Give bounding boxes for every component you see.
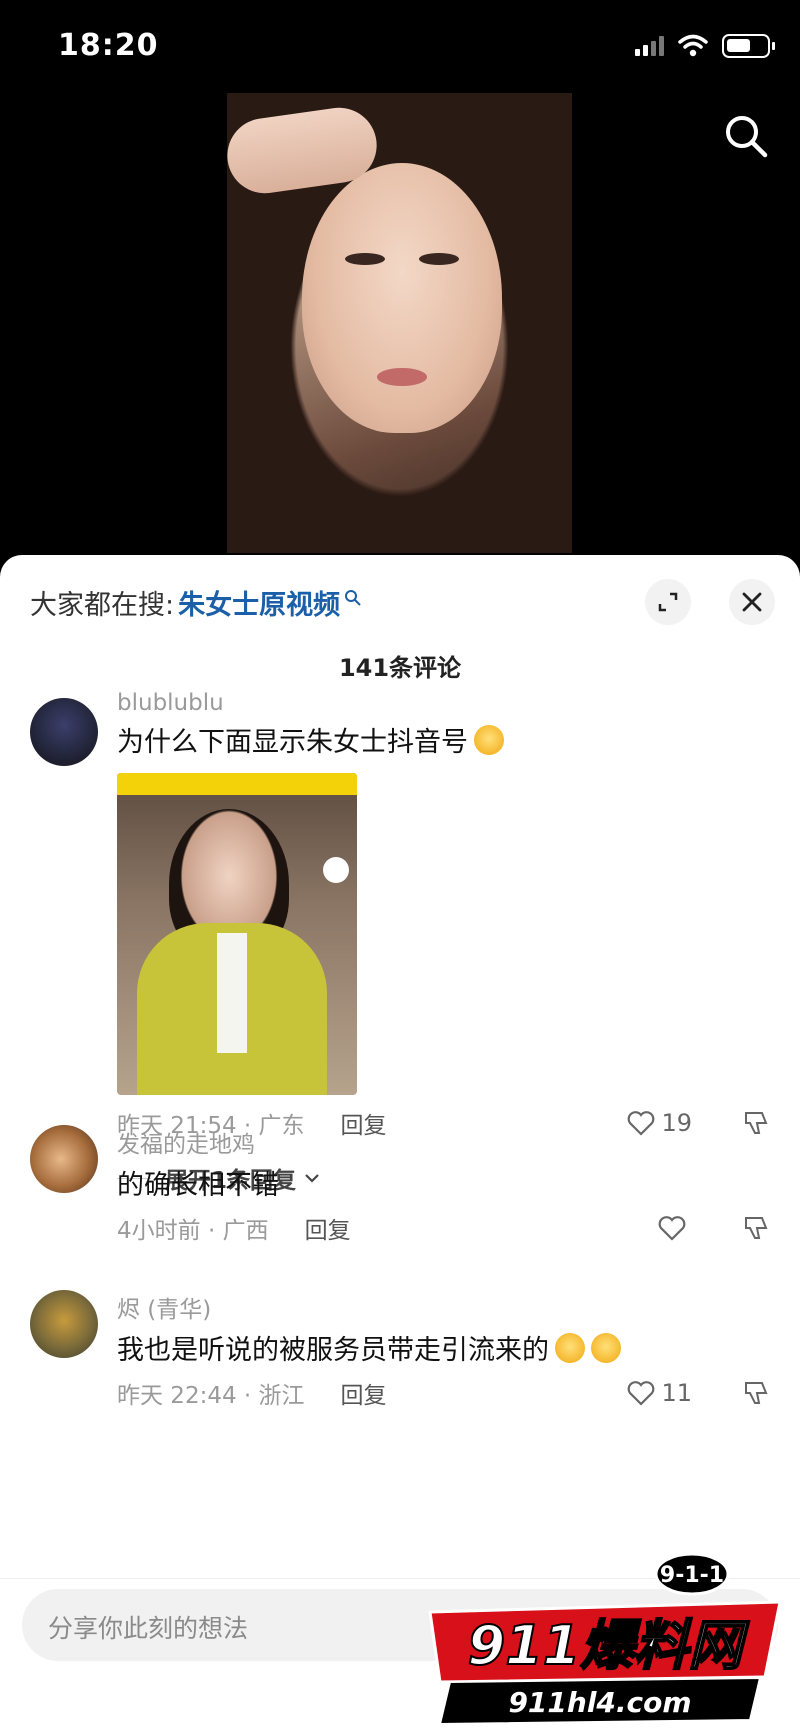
watermark-brand: 911爆料网 bbox=[468, 1614, 751, 1677]
shocked-emoji-icon bbox=[474, 724, 504, 755]
expand-icon bbox=[658, 592, 678, 612]
status-bar: 18:20 bbox=[0, 0, 800, 96]
like-count: 11 bbox=[661, 1379, 692, 1407]
video-lips bbox=[377, 368, 427, 386]
avatar[interactable] bbox=[30, 1290, 98, 1358]
heart-icon bbox=[658, 1216, 686, 1241]
comment-item: blublublu 为什么下面显示朱女士抖音号 昨天 21:54 · 广东 回复 bbox=[30, 690, 770, 1194]
video-eye-right bbox=[419, 253, 459, 265]
comment-time-location: 昨天 22:44 · 浙江 bbox=[117, 1383, 305, 1409]
hot-search-term[interactable]: 朱女士原视频 bbox=[178, 583, 340, 622]
like-button[interactable]: 11 bbox=[627, 1379, 692, 1407]
comment-time-location: 4小时前 · 广西 bbox=[117, 1218, 269, 1244]
avatar[interactable] bbox=[30, 1125, 98, 1193]
dislike-icon[interactable] bbox=[742, 1214, 770, 1242]
dislike-icon[interactable] bbox=[742, 1379, 770, 1407]
reply-button[interactable]: 回复 bbox=[341, 1376, 387, 1410]
status-time: 18:20 bbox=[58, 28, 159, 63]
search-icon[interactable] bbox=[722, 112, 770, 160]
expand-button[interactable] bbox=[645, 579, 691, 625]
comment-text: 我也是听说的被服务员带走引流来的 bbox=[117, 1328, 770, 1367]
like-button[interactable] bbox=[658, 1215, 692, 1241]
cellular-signal-icon bbox=[635, 36, 664, 56]
comment-count: 141条评论 bbox=[338, 654, 462, 682]
comment-text-content: 我也是听说的被服务员带走引流来的 bbox=[117, 1335, 549, 1366]
comment-text: 的确长相不错 bbox=[117, 1163, 770, 1202]
watermark-url: 911hl4.com bbox=[508, 1686, 691, 1719]
comment-meta: 昨天 22:44 · 浙江 回复 11 bbox=[117, 1375, 770, 1411]
watermark-logo: 9-1-1 911爆料网 911hl4.com bbox=[428, 1552, 782, 1726]
video-eye-left bbox=[345, 253, 385, 265]
comment-username[interactable]: 发福的走地鸡 bbox=[117, 1125, 770, 1158]
image-banner bbox=[117, 773, 357, 795]
image-shirt bbox=[217, 933, 247, 1053]
crying-laughing-emoji-icon bbox=[555, 1332, 585, 1363]
close-button[interactable] bbox=[729, 579, 775, 625]
comment-text-content: 为什么下面显示朱女士抖音号 bbox=[117, 727, 468, 758]
battery-fill bbox=[727, 39, 750, 52]
close-icon bbox=[742, 592, 762, 612]
reply-button[interactable]: 回复 bbox=[305, 1211, 351, 1245]
comment-meta: 4小时前 · 广西 回复 bbox=[117, 1210, 770, 1246]
comment-username[interactable]: 烬 (青华) bbox=[117, 1290, 770, 1323]
status-icons bbox=[635, 34, 775, 58]
comment-username[interactable]: blublublu bbox=[117, 690, 770, 714]
battery-icon bbox=[722, 34, 775, 58]
comment-image[interactable] bbox=[117, 773, 357, 1095]
avatar[interactable] bbox=[30, 698, 98, 766]
crying-laughing-emoji-icon bbox=[591, 1332, 621, 1363]
comment-item: 发福的走地鸡 的确长相不错 4小时前 · 广西 回复 bbox=[30, 1125, 770, 1255]
comment-item: 烬 (青华) 我也是听说的被服务员带走引流来的 昨天 22:44 · 浙江 回复… bbox=[30, 1290, 770, 1420]
wifi-icon bbox=[678, 34, 708, 57]
hot-search[interactable]: 大家都在搜: 朱女士原视频 bbox=[30, 583, 362, 622]
video-face bbox=[302, 163, 502, 433]
hot-search-prefix: 大家都在搜: bbox=[30, 590, 175, 621]
comment-text: 为什么下面显示朱女士抖音号 bbox=[117, 720, 770, 759]
tiktok-logo-icon bbox=[323, 857, 349, 883]
comment-text-content: 的确长相不错 bbox=[117, 1170, 279, 1201]
comment-input-placeholder: 分享你此刻的想法 bbox=[48, 1614, 249, 1643]
video-frame[interactable] bbox=[227, 93, 572, 553]
watermark-badge: 9-1-1 bbox=[660, 1563, 724, 1588]
heart-icon bbox=[628, 1381, 655, 1406]
small-search-icon bbox=[345, 589, 361, 606]
